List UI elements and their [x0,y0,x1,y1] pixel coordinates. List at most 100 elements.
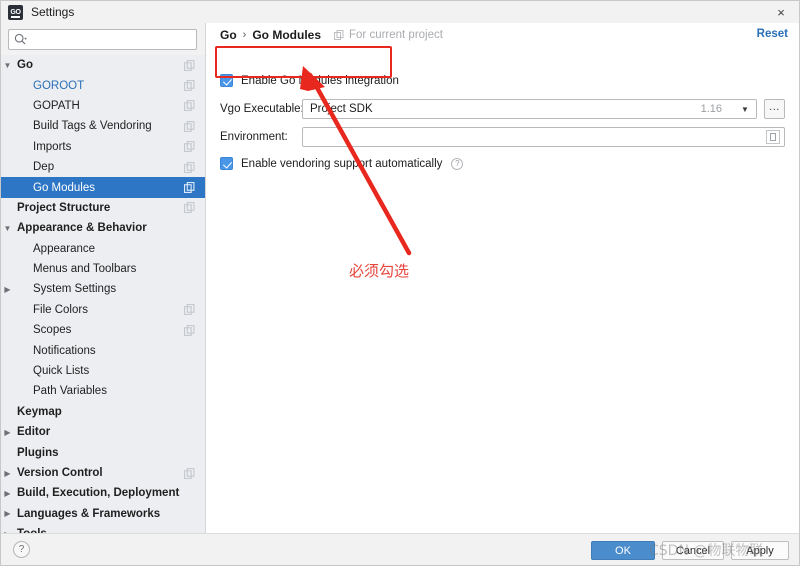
enable-vendoring-label: Enable vendoring support automatically [241,157,443,170]
project-scope-icon [182,55,196,75]
sidebar-item-path-variables[interactable]: Path Variables [1,381,205,401]
settings-sidebar[interactable]: ▼ Go GOROOT GOPATH Build Tags & Vendoring Imp… [1,55,205,535]
search-input[interactable] [8,29,197,50]
project-scope-icon [182,361,196,381]
project-scope-icon [182,422,196,442]
ok-button[interactable]: OK [591,541,655,560]
sidebar-item-label: Keymap [17,405,62,418]
chevron-down-icon[interactable]: ▼ [1,224,14,233]
sidebar-item-label: Languages & Frameworks [17,507,161,520]
sidebar-item-label: System Settings [33,283,117,296]
sidebar-item-appearance[interactable]: Appearance [1,239,205,259]
sidebar-item-label: Scopes [33,324,72,337]
chevron-right-icon[interactable]: ▶ [1,428,14,437]
sidebar-item-label: Editor [17,426,51,439]
project-scope-icon [182,341,196,361]
chevron-right-icon[interactable]: ▶ [1,489,14,498]
chevron-right-icon[interactable]: ▶ [1,509,14,518]
sidebar-item-dep[interactable]: Dep [1,157,205,177]
sidebar-item-keymap[interactable]: Keymap [1,402,205,422]
project-scope-icon [182,239,196,259]
sidebar-item-go-modules[interactable]: Go Modules [1,177,205,198]
sidebar-item-label: GOROOT [33,79,85,92]
chevron-down-icon[interactable]: ▼ [1,61,14,70]
sidebar-item-imports[interactable]: Imports [1,137,205,157]
environment-field[interactable] [302,127,785,147]
help-icon[interactable]: ? [13,541,30,558]
project-scope-icon [182,259,196,279]
project-scope-icon [182,178,196,198]
sidebar-item-gopath[interactable]: GOPATH [1,96,205,116]
sidebar-item-menus-and-toolbars[interactable]: Menus and Toolbars [1,259,205,279]
window-title: Settings [31,5,75,19]
sidebar-item-label: Menus and Toolbars [33,263,137,276]
vgo-executable-value: Project SDK [310,103,373,115]
breadcrumb-current: Go Modules [252,28,322,42]
project-scope-icon [182,279,196,299]
project-scope-icon [182,402,196,422]
sidebar-item-label: Project Structure [17,201,111,214]
sidebar-item-project-structure[interactable]: Project Structure [1,198,205,218]
settings-main-panel: Go › Go Modules For current project Rese… [206,23,799,535]
sidebar-item-scopes[interactable]: Scopes [1,320,205,340]
sidebar-item-go[interactable]: ▼ Go [1,55,205,75]
sidebar-item-label: Notifications [33,344,96,357]
sidebar-item-label: Version Control [17,467,103,479]
project-scope-icon [182,137,196,157]
project-scope-icon [182,320,196,340]
sidebar-item-languages-frameworks[interactable]: ▶ Languages & Frameworks [1,504,205,524]
sidebar-item-file-colors[interactable]: File Colors [1,300,205,320]
enable-vendoring-row[interactable]: Enable vendoring support automatically ? [220,157,464,170]
project-scope-icon [182,218,196,238]
sidebar-item-version-control[interactable]: ▶ Version Control [1,463,205,483]
goland-icon: GO [8,4,23,20]
vgo-browse-button[interactable]: ... [764,99,785,119]
settings-dialog: GO Settings × ▼ Go GOROOT GOPATH Build Tags … [0,0,800,566]
sidebar-item-label: Path Variables [33,385,107,398]
project-scope-icon [182,116,196,136]
sidebar-item-label: Build, Execution, Deployment [17,487,180,500]
sidebar-item-plugins[interactable]: Plugins [1,442,205,462]
vgo-version-badge: 1.16 [700,103,722,115]
chevron-right-icon[interactable]: ▶ [1,285,14,294]
project-scope-icon [182,96,196,116]
breadcrumb-separator-icon: › [242,29,247,41]
sidebar-item-label: Go [17,59,33,72]
sidebar-item-goroot[interactable]: GOROOT [1,75,205,95]
enable-vendoring-checkbox[interactable] [220,157,233,170]
project-scope-icon [334,30,344,40]
close-icon[interactable]: × [771,3,791,21]
sidebar-item-build-execution-deployment[interactable]: ▶ Build, Execution, Deployment [1,483,205,503]
project-scope-icon [182,463,196,483]
sidebar-item-label: Go Modules [33,181,96,194]
enable-go-modules-checkbox[interactable] [220,74,233,87]
project-scope-icon [182,76,196,96]
breadcrumb-root[interactable]: Go [220,28,237,42]
project-scope-icon [182,443,196,463]
environment-expand-icon[interactable] [766,130,780,144]
vendoring-help-icon[interactable]: ? [451,157,464,170]
enable-go-modules-label: Enable Go Modules integration [241,74,399,87]
project-scope-icon [182,198,196,218]
sidebar-item-appearance-behavior[interactable]: ▼ Appearance & Behavior [1,218,205,238]
sidebar-item-notifications[interactable]: Notifications [1,340,205,360]
for-current-project-note: For current project [334,29,443,41]
cancel-button[interactable]: Cancel [662,541,724,560]
enable-go-modules-row[interactable]: Enable Go Modules integration [220,74,399,87]
sidebar-item-editor[interactable]: ▶ Editor [1,422,205,442]
chevron-right-icon[interactable]: ▶ [1,469,14,478]
sidebar-item-label: Build Tags & Vendoring [33,120,152,133]
sidebar-item-label: Appearance [33,242,96,255]
sidebar-item-label: Plugins [17,446,59,459]
vgo-executable-dropdown[interactable]: Project SDK 1.16 ▼ [302,99,757,119]
sidebar-item-build-tags-vendoring[interactable]: Build Tags & Vendoring [1,116,205,136]
sidebar-item-system-settings[interactable]: ▶ System Settings [1,279,205,299]
reset-link[interactable]: Reset [757,28,788,40]
title-bar: GO Settings × [1,1,799,23]
project-scope-icon [182,483,196,503]
sidebar-item-label: Quick Lists [33,365,90,378]
apply-button[interactable]: Apply [731,541,789,560]
sidebar-item-quick-lists[interactable]: Quick Lists [1,361,205,381]
project-scope-icon [182,504,196,524]
chevron-down-icon[interactable]: ▼ [734,105,756,114]
